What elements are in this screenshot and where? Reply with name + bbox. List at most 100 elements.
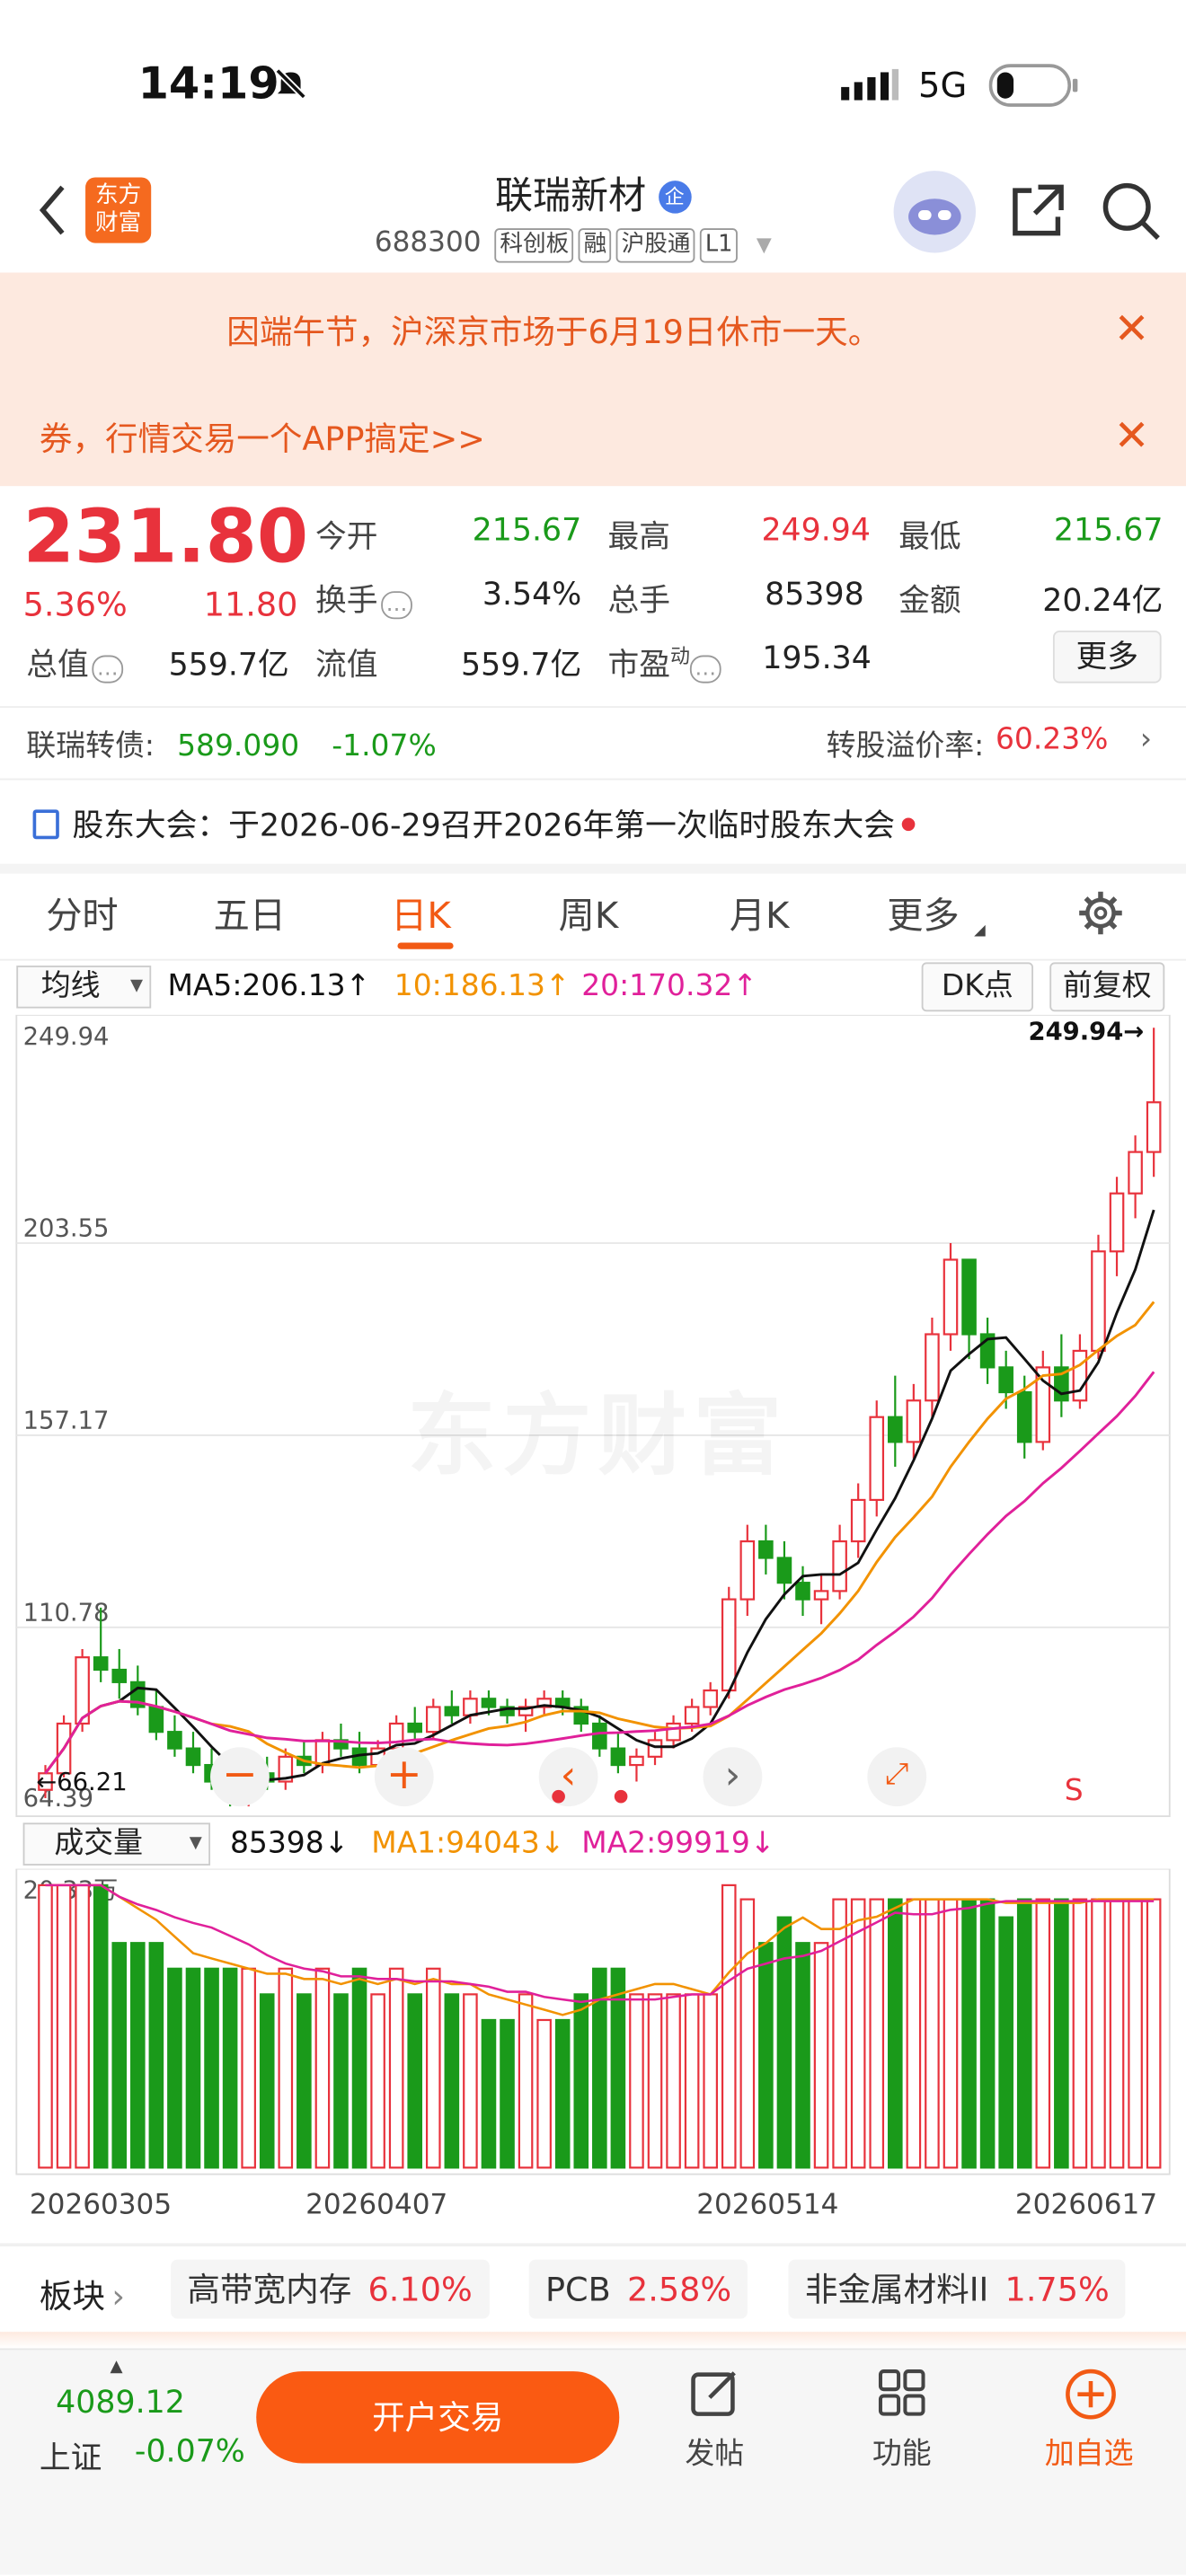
volume-value: 85398↓ <box>229 1826 350 1861</box>
info-icon[interactable]: … <box>381 591 412 620</box>
candle-body <box>647 1739 663 1758</box>
candle-body <box>1146 1101 1162 1153</box>
volume-bar <box>666 1993 681 2169</box>
chevron-down-icon[interactable]: ▼ <box>757 234 772 257</box>
volume-bar <box>813 1942 829 2169</box>
volume-bar <box>979 1898 996 2169</box>
chevron-right-icon: › <box>111 2276 125 2316</box>
index-value[interactable]: 4089.12 <box>56 2385 185 2421</box>
vol-ma1: MA1:94043↓ <box>371 1826 565 1861</box>
bond-price: 589.090 <box>177 728 300 764</box>
volume-bar <box>721 1883 737 2169</box>
pan-left-button[interactable]: ‹ <box>538 1747 598 1807</box>
pan-right-button[interactable]: › <box>703 1747 763 1807</box>
volume-bar <box>111 1942 128 2169</box>
tab-five-day[interactable]: 五日 <box>214 887 286 940</box>
candle-body <box>463 1698 478 1716</box>
add-watch-icon[interactable] <box>1065 2368 1118 2427</box>
active-tab-indicator <box>397 942 454 949</box>
volume-bar <box>93 1883 109 2169</box>
notice-banner: 因端午节，沪深京市场于6月19日休市一天。 ✕ 券，行情交易一个APP搞定>> … <box>0 272 1186 487</box>
tab-weekly-k[interactable]: 周K <box>559 887 619 940</box>
candle-body <box>666 1722 681 1742</box>
add-watchlist-button[interactable]: 加自选 <box>1031 2430 1146 2474</box>
candle-body <box>444 1706 460 1716</box>
pe-sup: 动 <box>669 644 690 668</box>
info-icon[interactable]: … <box>92 655 124 684</box>
candle-body <box>906 1399 922 1443</box>
divider <box>0 706 1186 708</box>
close-icon[interactable]: ✕ <box>1114 305 1150 355</box>
holiday-notice[interactable]: 因端午节，沪深京市场于6月19日休市一天。 <box>226 305 881 353</box>
bond-label: 联瑞转债: <box>26 728 155 764</box>
tab-monthly-k[interactable]: 月K <box>730 887 790 940</box>
sector-chip[interactable]: 非金属材料II 1.75% <box>788 2259 1127 2319</box>
sector-chip[interactable]: 高带宽内存 6.10% <box>171 2259 490 2319</box>
index-pct[interactable]: -0.07% <box>135 2434 245 2470</box>
tab-daily-k[interactable]: 日K <box>391 887 451 940</box>
sector-chip[interactable]: PCB 2.58% <box>528 2259 748 2319</box>
candle-body <box>148 1706 164 1734</box>
pe-value: 195.34 <box>762 640 872 677</box>
volume-bar <box>1091 1898 1106 2169</box>
volume-bar <box>573 1993 589 2169</box>
fullscreen-button[interactable]: ⤢ <box>867 1747 927 1807</box>
document-icon <box>32 809 59 840</box>
turnover-label: 换手… <box>315 577 412 621</box>
volume-bar <box>185 1967 201 2169</box>
bond-pct: -1.07% <box>332 728 437 764</box>
adjust-button[interactable]: 前复权 <box>1049 962 1165 1012</box>
vol-ma2: MA2:99919↓ <box>581 1826 775 1861</box>
volume-select[interactable]: 成交量 ▼ <box>22 1822 211 1866</box>
candle-body <box>1091 1250 1106 1353</box>
index-name[interactable]: 上证 <box>40 2434 102 2478</box>
caret-down-icon: ▼ <box>129 976 144 995</box>
post-button[interactable]: 发帖 <box>657 2430 772 2474</box>
volume-bar <box>444 1993 460 2169</box>
high-label: 最高 <box>607 518 670 555</box>
ma-select[interactable]: 均线 ▼ <box>16 966 152 1009</box>
open-label: 今开 <box>315 518 378 555</box>
volume-bar <box>684 1993 700 2169</box>
open-account-button[interactable]: 开户交易 <box>256 2371 620 2464</box>
date-label: 20260514 <box>696 2189 839 2222</box>
volume-bar <box>703 1993 718 2169</box>
low-value: 215.67 <box>1053 512 1164 549</box>
red-dot-icon <box>901 817 915 832</box>
zoom-out-button[interactable]: − <box>210 1747 270 1807</box>
info-icon[interactable]: … <box>689 655 721 684</box>
tab-more[interactable]: 更多 <box>887 887 959 940</box>
meeting-row[interactable]: 股东大会：于2026-06-29召开2026年第一次临时股东大会 <box>32 801 1167 845</box>
stock-code: 688300 <box>374 226 482 260</box>
mute-icon <box>272 66 308 101</box>
more-button[interactable]: 更多 <box>1052 631 1162 684</box>
volume-bar <box>56 1883 72 2169</box>
candle-body <box>998 1366 1013 1394</box>
sector-label[interactable]: 板块 › <box>40 2270 125 2317</box>
tag-star-market: 科创板 <box>494 228 574 263</box>
promo-notice[interactable]: 券，行情交易一个APP搞定>> <box>40 412 485 460</box>
candle-body <box>185 1747 201 1767</box>
sector-name: 高带宽内存 <box>187 2269 352 2309</box>
premium-value: 60.23% <box>995 722 1109 757</box>
ma5-value: MA5:206.13↑ <box>167 968 371 1004</box>
sell-marker-icon[interactable]: S <box>1065 1774 1084 1808</box>
candle-body <box>776 1557 792 1584</box>
volume-bar <box>869 1898 885 2169</box>
volume-bar <box>407 1993 423 2169</box>
event-dot-icon[interactable] <box>552 1789 565 1804</box>
candle-body <box>425 1706 441 1734</box>
function-button[interactable]: 功能 <box>845 2430 960 2474</box>
dk-button[interactable]: DK点 <box>921 962 1034 1012</box>
close-icon[interactable]: ✕ <box>1114 412 1150 462</box>
bond-row[interactable]: 联瑞转债: 589.090 -1.07% 转股溢价率: 60.23% › <box>26 722 1160 765</box>
post-icon[interactable] <box>690 2368 739 2423</box>
event-dot-icon[interactable] <box>614 1789 628 1804</box>
volume-bar <box>130 1942 146 2169</box>
volume-chart[interactable]: 20.33万 <box>0 1868 1186 2181</box>
zoom-in-button[interactable]: + <box>374 1747 434 1807</box>
current-price: 231.80 <box>22 492 309 580</box>
tab-intraday[interactable]: 分时 <box>46 887 118 940</box>
function-icon[interactable] <box>877 2368 926 2423</box>
gear-icon[interactable] <box>1077 890 1123 943</box>
